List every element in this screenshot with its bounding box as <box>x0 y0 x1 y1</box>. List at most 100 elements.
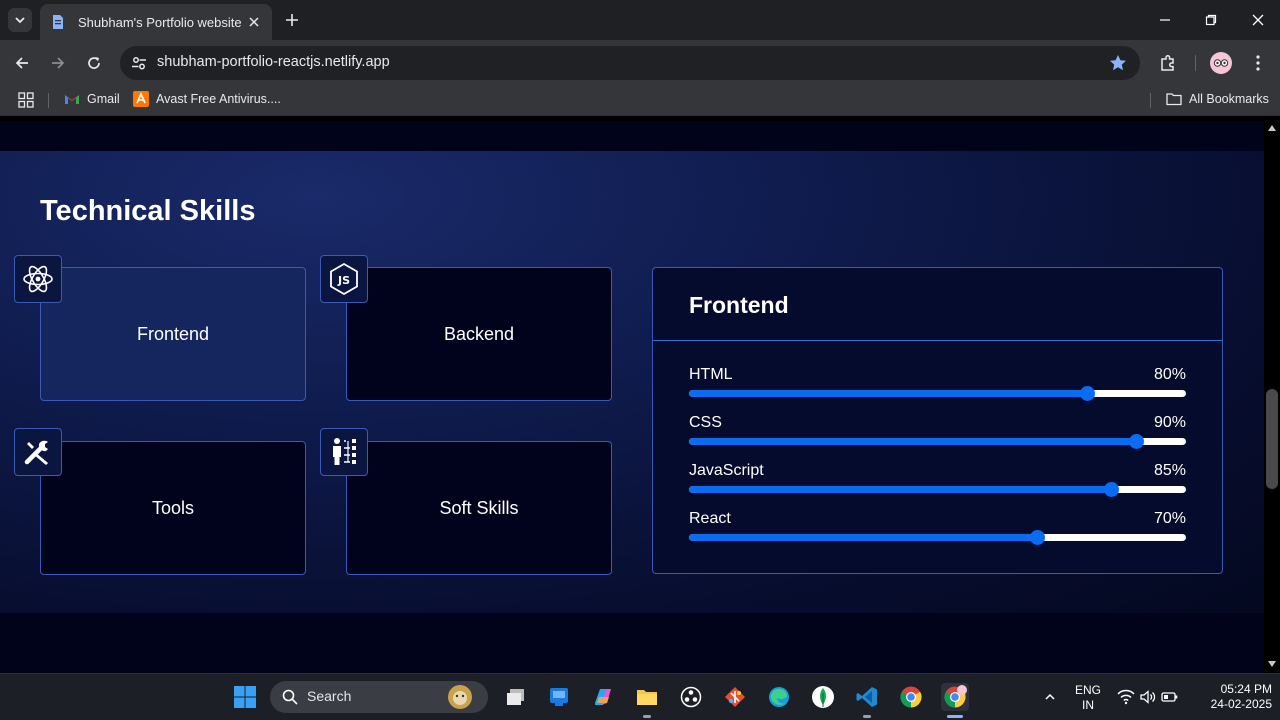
skill-card-label: Frontend <box>136 323 210 344</box>
chrome-icon <box>900 686 922 708</box>
quick-settings-button[interactable] <box>1112 683 1184 711</box>
taskbar-git-tool[interactable] <box>721 683 749 711</box>
taskbar-mongodb[interactable] <box>809 683 837 711</box>
browser-menu-button[interactable] <box>1248 53 1268 73</box>
input-language[interactable]: ENG IN <box>1068 683 1108 713</box>
skill-row-css: CSS 90% <box>689 414 1186 454</box>
skill-slider-track[interactable] <box>689 530 1186 545</box>
taskbar-file-explorer[interactable] <box>633 683 661 718</box>
taskbar-chrome[interactable] <box>897 683 925 711</box>
all-bookmarks-label: All Bookmarks <box>1189 92 1269 106</box>
svg-text:JS: JS <box>337 274 350 287</box>
site-info-icon[interactable] <box>130 54 148 72</box>
gmail-icon <box>65 95 79 104</box>
skill-slider-track[interactable] <box>689 482 1186 497</box>
close-tab-button[interactable] <box>246 14 262 30</box>
browser-tab[interactable]: Shubham's Portfolio website <box>40 4 272 40</box>
all-bookmarks-button[interactable]: All Bookmarks <box>1166 91 1269 107</box>
folder-icon <box>637 690 657 705</box>
skill-name: JavaScript <box>689 462 764 479</box>
skill-card-label: Backend <box>443 323 515 344</box>
minimize-icon <box>1160 19 1170 21</box>
skill-card-label: Soft Skills <box>439 497 519 518</box>
skill-name: HTML <box>689 366 733 383</box>
close-window-button[interactable] <box>1248 10 1268 30</box>
language-code: ENG <box>1074 683 1101 697</box>
skill-slider-fill <box>689 438 1137 445</box>
taskbar-widgets[interactable] <box>545 683 573 711</box>
skill-slider-track[interactable] <box>689 434 1186 449</box>
react-icon <box>14 255 62 303</box>
minimize-button[interactable] <box>1155 10 1175 30</box>
taskbar-obs[interactable] <box>677 683 705 711</box>
bookmark-avast[interactable]: Avast Free Antivirus.... <box>133 91 281 107</box>
windows-taskbar: Search ENG IN 05:24 PM 24-02-2025 <box>0 673 1280 720</box>
page-scrollbar[interactable] <box>1264 121 1280 673</box>
skill-slider-thumb[interactable] <box>1129 434 1145 449</box>
avast-icon <box>133 91 149 107</box>
browser-tab-strip: Shubham's Portfolio website <box>0 0 1280 40</box>
task-view-button[interactable] <box>502 683 530 711</box>
tab-title: Shubham's Portfolio website <box>78 14 242 30</box>
scrollbar-thumb[interactable] <box>1266 389 1278 489</box>
section-title: Technical Skills <box>40 195 256 227</box>
show-hidden-icons-button[interactable] <box>1036 683 1064 711</box>
taskbar-copilot[interactable] <box>589 683 617 711</box>
volume-icon <box>1140 690 1156 704</box>
mongodb-leaf-icon <box>812 686 834 708</box>
bookmark-gmail[interactable]: Gmail <box>64 91 120 107</box>
skill-card-soft-skills[interactable]: Soft Skills <box>346 441 612 575</box>
restore-button[interactable] <box>1201 10 1221 30</box>
extensions-puzzle-icon[interactable] <box>1158 53 1178 73</box>
chrome-profile-icon <box>944 685 967 708</box>
chevron-up-icon <box>1045 693 1055 700</box>
tools-icon <box>14 428 62 476</box>
close-icon <box>1252 14 1264 26</box>
browser-toolbar: shubham-portfolio-reactjs.netlify.app <box>0 40 1280 86</box>
taskbar-chrome-profile[interactable] <box>941 683 969 718</box>
reload-button[interactable] <box>84 53 104 73</box>
apps-grid-icon[interactable] <box>18 92 34 108</box>
reload-icon <box>88 57 100 69</box>
tab-search-button[interactable] <box>8 8 32 32</box>
running-indicator <box>643 715 651 718</box>
start-button[interactable] <box>231 683 259 711</box>
skill-slider-track[interactable] <box>689 386 1186 401</box>
taskbar-search[interactable]: Search <box>270 681 488 713</box>
nodejs-icon: JS <box>320 255 368 303</box>
skill-name: React <box>689 510 731 527</box>
scroll-up-arrow-icon[interactable] <box>1268 125 1276 131</box>
clock[interactable]: 05:24 PM 24-02-2025 <box>1192 682 1272 712</box>
bookmarks-divider <box>1150 93 1151 108</box>
bookmark-star-icon[interactable] <box>1108 53 1128 73</box>
taskbar-edge[interactable] <box>765 683 793 711</box>
new-tab-button[interactable] <box>282 10 302 30</box>
skill-card-tools[interactable]: Tools <box>40 441 306 575</box>
clock-date: 24-02-2025 <box>1210 697 1272 711</box>
forward-button[interactable] <box>48 53 68 73</box>
back-button[interactable] <box>12 53 32 73</box>
bookmarks-bar: Gmail Avast Free Antivirus.... All Bookm… <box>0 86 1280 116</box>
search-highlight-lion-icon <box>448 685 472 709</box>
vscode-icon <box>856 687 877 707</box>
detail-divider <box>653 340 1222 341</box>
arrow-right-icon <box>52 57 65 69</box>
skill-row-react: React 70% <box>689 510 1186 550</box>
skill-card-label: Tools <box>151 497 195 518</box>
skill-slider-thumb[interactable] <box>1104 482 1120 497</box>
bookmark-label: Gmail <box>87 92 120 106</box>
skill-percent: 80% <box>1153 366 1186 383</box>
copilot-icon <box>595 689 611 705</box>
skill-slider-fill <box>689 486 1112 493</box>
skill-slider-thumb[interactable] <box>1079 386 1095 401</box>
taskbar-vscode[interactable] <box>853 683 881 718</box>
widgets-icon <box>550 688 568 706</box>
profile-avatar[interactable] <box>1210 52 1232 74</box>
skill-slider-thumb[interactable] <box>1029 530 1045 545</box>
scroll-down-arrow-icon[interactable] <box>1268 661 1276 667</box>
toolbar-divider <box>1195 55 1196 71</box>
address-bar[interactable]: shubham-portfolio-reactjs.netlify.app <box>120 46 1140 80</box>
git-diamond-icon <box>725 687 745 707</box>
skill-card-backend[interactable]: Backend <box>346 267 612 401</box>
skill-card-frontend[interactable]: Frontend <box>40 267 306 401</box>
